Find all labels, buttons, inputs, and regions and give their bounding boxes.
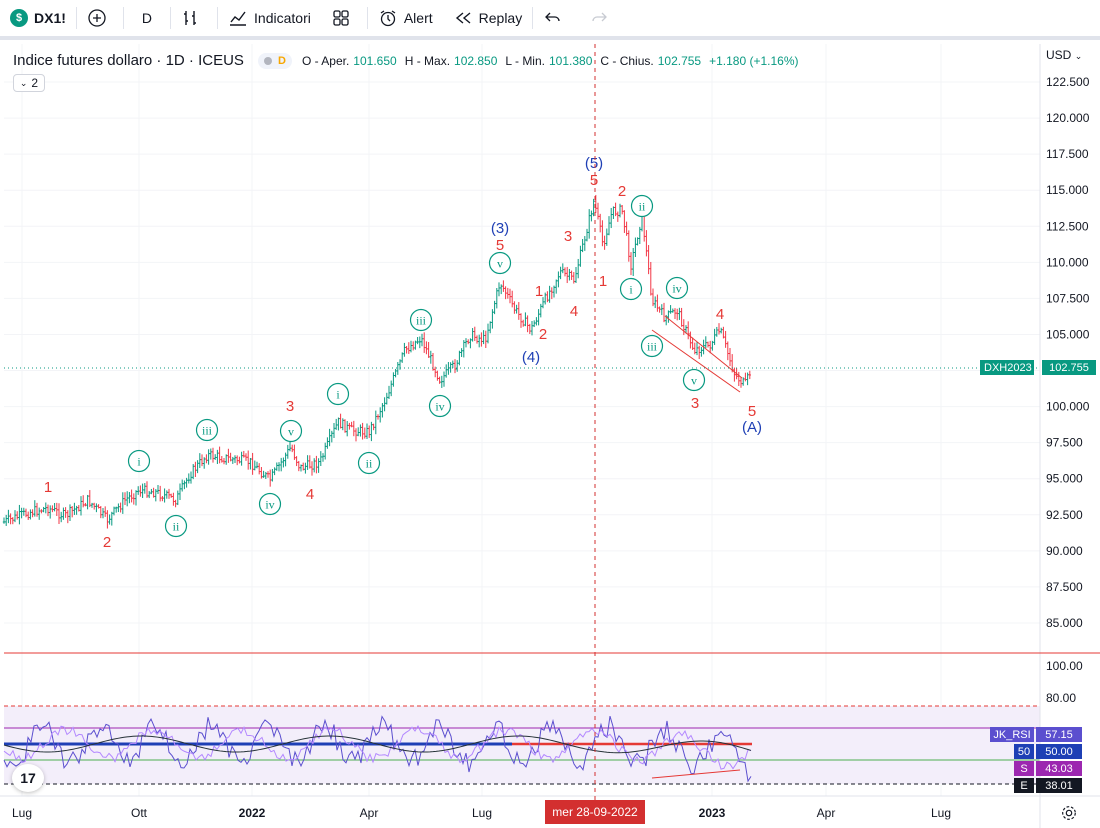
- wave-label-text: iv: [435, 400, 444, 414]
- wave-label-text: iv: [672, 282, 681, 296]
- price-chart-canvas[interactable]: 12iiiiiiivv34iiiiiiivv5(3)(4)1234(5)512i…: [0, 0, 1100, 828]
- rsi-tag-label: 50: [1014, 744, 1034, 759]
- wave-label-text: 5: [590, 172, 598, 189]
- wave-label-text: 5: [748, 403, 756, 420]
- time-tick-label: Lug: [931, 806, 951, 820]
- tradingview-logo[interactable]: 17: [12, 764, 44, 792]
- price-tick-label: 120.000: [1046, 111, 1090, 125]
- wave-label-text: ii: [639, 200, 646, 214]
- tv-logo-icon: 17: [20, 770, 36, 786]
- rsi-tag-label: S: [1014, 761, 1034, 776]
- wave-label-text: (3): [491, 220, 509, 237]
- time-tick-label: Apr: [360, 806, 379, 820]
- rsi-tag-value: 38.01: [1036, 778, 1082, 793]
- time-tick-label: Ott: [131, 806, 148, 820]
- price-tick-label: 92.500: [1046, 508, 1083, 522]
- high-value: 102.850: [454, 53, 498, 68]
- wave-label-text: v: [288, 425, 294, 439]
- price-tick-label: 90.000: [1046, 544, 1083, 558]
- price-tick-label: 85.000: [1046, 616, 1083, 630]
- open-value: 101.650: [353, 53, 397, 68]
- wave-label-text: 3: [564, 228, 572, 245]
- chart-pane-bg: [4, 44, 1040, 796]
- chevron-down-icon: ⌄: [19, 77, 28, 88]
- wave-label-text: 4: [716, 306, 724, 323]
- time-tick-label: Lug: [472, 806, 492, 820]
- rsi-tag-value: 43.03: [1036, 761, 1082, 776]
- time-tick-label: 2022: [239, 806, 266, 820]
- wave-label-text: 1: [535, 283, 543, 300]
- price-tick-label: 105.000: [1046, 327, 1090, 341]
- symbol-price-tag: DXH2023: [980, 360, 1034, 375]
- wave-label-text: 1: [599, 273, 607, 290]
- change-value: +1.180 (+1.16%): [709, 53, 799, 68]
- high-label: H - Max.: [404, 53, 451, 68]
- last-price-tag: 102.755: [1042, 360, 1096, 375]
- price-tick-label: 97.500: [1046, 436, 1083, 450]
- currency-label: USD: [1046, 48, 1072, 62]
- wave-label-text: (4): [522, 349, 540, 366]
- indicators-collapse-button[interactable]: ⌄ 2: [13, 74, 45, 92]
- time-tick-label: Lug: [12, 806, 32, 820]
- wave-label-text: iii: [202, 424, 213, 438]
- price-tick-label: 107.500: [1046, 291, 1090, 305]
- rsi-tag-label: JK_RSI: [990, 727, 1034, 742]
- wave-label-text: iii: [647, 340, 658, 354]
- wave-label-text: 3: [691, 395, 699, 412]
- price-tick-label: 122.500: [1046, 75, 1090, 89]
- wave-label-text: v: [691, 374, 697, 388]
- symbol-tag-label: DXH2023: [984, 361, 1032, 374]
- rsi-tick-label: 100.00: [1046, 659, 1083, 673]
- wave-label-text: 3: [286, 398, 294, 415]
- wave-label-text: 5: [496, 237, 504, 254]
- gear-icon[interactable]: [1060, 804, 1078, 822]
- price-tick-label: 95.000: [1046, 472, 1083, 486]
- wave-label-text: v: [497, 257, 503, 271]
- wave-label-text: ii: [366, 457, 373, 471]
- wave-label-text: 1: [44, 479, 52, 496]
- close-label: C - Chius.: [600, 53, 654, 68]
- low-label: L - Min.: [505, 53, 545, 68]
- price-tick-label: 115.000: [1046, 183, 1089, 197]
- data-type-letter: D: [277, 54, 286, 67]
- price-tick-label: 110.000: [1046, 255, 1089, 269]
- rsi-tag-label: E: [1014, 778, 1034, 793]
- wave-label-text: 2: [618, 183, 626, 200]
- series-legend: Indice futures dollaro · 1D · ICEUS D O …: [13, 52, 807, 69]
- market-status-badge[interactable]: D: [257, 52, 292, 69]
- price-tick-label: 112.500: [1046, 219, 1089, 233]
- currency-selector[interactable]: USD ⌄: [1046, 48, 1082, 62]
- chevron-down-icon: ⌄: [1074, 51, 1083, 61]
- wave-label-text: ii: [173, 520, 180, 534]
- close-value: 102.755: [657, 53, 702, 68]
- price-tick-label: 100.000: [1046, 400, 1090, 414]
- open-label: O - Aper.: [301, 53, 350, 68]
- wave-label-text: iv: [265, 498, 274, 512]
- market-status-dot-icon: [263, 56, 272, 65]
- rsi-tick-label: 80.00: [1046, 691, 1076, 705]
- last-price-value: 102.755: [1049, 361, 1089, 374]
- low-value: 101.380: [548, 53, 593, 68]
- crosshair-date-tag: mer 28-09-2022: [545, 800, 645, 824]
- wave-label-text: iii: [416, 314, 427, 328]
- price-tick-label: 87.500: [1046, 580, 1083, 594]
- wave-label-text: 2: [539, 326, 547, 343]
- rsi-tag-value: 50.00: [1036, 744, 1082, 759]
- indicator-count: 2: [31, 76, 39, 90]
- series-title[interactable]: Indice futures dollaro · 1D · ICEUS: [13, 52, 244, 69]
- wave-label-text: (A): [742, 419, 762, 436]
- wave-label-text: 2: [103, 534, 111, 551]
- rsi-tag-value: 57.15: [1036, 727, 1082, 742]
- time-tick-label: Apr: [817, 806, 836, 820]
- crosshair-date-label: mer 28-09-2022: [552, 805, 638, 819]
- time-tick-label: 2023: [699, 806, 726, 820]
- wave-label-text: 4: [306, 486, 314, 503]
- price-tick-label: 117.500: [1046, 147, 1089, 161]
- wave-label-text: (5): [585, 155, 603, 172]
- wave-label-text: 4: [570, 303, 578, 320]
